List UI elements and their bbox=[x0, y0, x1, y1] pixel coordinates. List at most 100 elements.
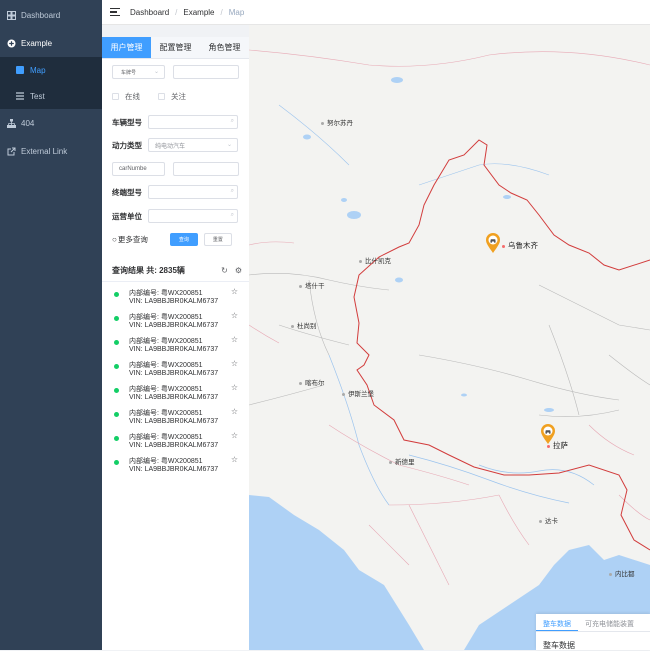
star-icon[interactable]: ☆ bbox=[231, 383, 238, 392]
map-icon bbox=[15, 65, 25, 75]
sidebar-item-example[interactable]: Example bbox=[0, 29, 102, 57]
star-icon[interactable]: ☆ bbox=[231, 335, 238, 344]
city-dot bbox=[291, 324, 294, 328]
car-number-input[interactable] bbox=[173, 162, 239, 176]
dashboard-icon bbox=[6, 10, 16, 20]
vehicle-id: 内部编号: 粤WX200851 bbox=[129, 434, 203, 441]
map-base bbox=[249, 49, 650, 650]
map-label-bishkek: 比什凯克 bbox=[359, 255, 391, 265]
breadcrumb-dashboard[interactable]: Dashboard bbox=[130, 8, 169, 17]
vehicle-model-input[interactable]: ⌕ bbox=[148, 115, 238, 129]
breadcrumb-separator: / bbox=[220, 7, 223, 17]
plate-input[interactable] bbox=[173, 65, 239, 79]
map-label-dushanbe: 杜尚别 bbox=[291, 320, 317, 330]
list-item[interactable]: 内部编号: 粤WX200851 VIN: LA9BBJBR0KALM6737 ☆ bbox=[112, 382, 242, 406]
sidebar-item-dashboard[interactable]: Dashboard bbox=[0, 1, 102, 29]
gear-icon[interactable]: ⚙ bbox=[235, 266, 242, 275]
star-icon[interactable]: ☆ bbox=[231, 407, 238, 416]
star-icon[interactable]: ☆ bbox=[231, 311, 238, 320]
tab-user-management[interactable]: 用户管理 bbox=[102, 37, 151, 58]
list-item[interactable]: 内部编号: 粤WX200851 VIN: LA9BBJBR0KALM6737 ☆ bbox=[112, 454, 242, 478]
query-button[interactable]: 查询 bbox=[169, 233, 198, 246]
city-dot bbox=[359, 259, 362, 263]
list-item[interactable]: 内部编号: 粤WX200851 VIN: LA9BBJBR0KALM6737 ☆ bbox=[112, 310, 242, 334]
vehicle-id: 内部编号: 粤WX200851 bbox=[129, 338, 203, 345]
star-icon[interactable]: ☆ bbox=[231, 287, 238, 296]
sidebar-item-label: 404 bbox=[21, 118, 35, 128]
reset-button[interactable]: 重置 bbox=[203, 233, 232, 246]
search-icon: ○ bbox=[112, 235, 117, 244]
list-item[interactable]: 内部编号: 粤WX200851 VIN: LA9BBJBR0KALM6737 ☆ bbox=[112, 430, 242, 454]
map-label-text: 塔什干 bbox=[305, 283, 325, 290]
tab-config-management[interactable]: 配置管理 bbox=[151, 37, 200, 58]
map-label-kabul: 喀布尔 bbox=[299, 377, 325, 387]
online-label: 在线 bbox=[125, 92, 140, 101]
online-status-dot bbox=[114, 364, 119, 369]
sidebar-item-404[interactable]: 404 bbox=[0, 109, 102, 137]
vehicle-map-pin-urumqi[interactable] bbox=[485, 232, 501, 254]
breadcrumb-map: Map bbox=[228, 7, 245, 17]
sidebar-item-test[interactable]: Test bbox=[0, 83, 102, 109]
star-icon[interactable]: ☆ bbox=[231, 431, 238, 440]
online-status-dot bbox=[114, 436, 119, 441]
vehicle-id: 内部编号: 粤WX200851 bbox=[129, 386, 203, 393]
star-icon[interactable]: ☆ bbox=[231, 455, 238, 464]
city-dot bbox=[299, 284, 302, 288]
chevron-down-icon: ⌄ bbox=[226, 142, 232, 148]
map-canvas[interactable]: 努尔苏丹 乌鲁木齐 比什凯克 塔什干 杜尚别 喀布尔 伊斯兰堡 新德里 拉萨 达… bbox=[249, 25, 650, 650]
map-label-text: 伊斯兰堡 bbox=[348, 391, 374, 398]
operator-label: 运营单位 bbox=[112, 211, 142, 221]
external-link-icon bbox=[6, 146, 16, 156]
sidebar-item-label: External Link bbox=[21, 146, 68, 156]
vehicle-vin: VIN: LA9BBJBR0KALM6737 bbox=[129, 322, 219, 329]
follow-label: 关注 bbox=[171, 92, 186, 101]
tree-icon bbox=[6, 118, 16, 128]
search-icon[interactable]: ⌕ bbox=[231, 188, 234, 195]
terminal-model-input[interactable]: ⌕ bbox=[148, 185, 238, 199]
search-icon[interactable]: ⌕ bbox=[231, 212, 234, 219]
list-item[interactable]: 内部编号: 粤WX200851 VIN: LA9BBJBR0KALM6737 ☆ bbox=[112, 286, 242, 310]
sidebar: Dashboard Example Map Test 404 External … bbox=[0, 0, 102, 650]
map-label-islamabad: 伊斯兰堡 bbox=[342, 388, 374, 398]
plate-type-select[interactable]: 车牌号 ⌄ bbox=[112, 65, 165, 79]
car-number-select-value: carNumbe bbox=[119, 166, 147, 172]
sidebar-item-external-link[interactable]: External Link bbox=[0, 137, 102, 165]
list-item[interactable]: 内部编号: 粤WX200851 VIN: LA9BBJBR0KALM6737 ☆ bbox=[112, 406, 242, 430]
city-dot bbox=[342, 392, 345, 396]
power-type-select[interactable]: 纯电动汽车 ⌄ bbox=[148, 138, 238, 152]
online-checkbox[interactable]: 在线 bbox=[112, 91, 140, 102]
vehicle-vin: VIN: LA9BBJBR0KALM6737 bbox=[129, 394, 219, 401]
follow-checkbox[interactable]: 关注 bbox=[158, 91, 186, 102]
more-query-label: 更多查询 bbox=[117, 235, 148, 244]
list-item[interactable]: 内部编号: 粤WX200851 VIN: LA9BBJBR0KALM6737 ☆ bbox=[112, 334, 242, 358]
refresh-icon[interactable]: ↻ bbox=[221, 266, 228, 275]
vehicle-map-pin-lhasa[interactable] bbox=[540, 423, 556, 445]
sidebar-item-map[interactable]: Map bbox=[0, 57, 102, 83]
hamburger-icon[interactable] bbox=[110, 8, 120, 16]
online-status-dot bbox=[114, 292, 119, 297]
vehicle-id: 内部编号: 粤WX200851 bbox=[129, 314, 203, 321]
breadcrumb: Dashboard / Example / Map bbox=[130, 8, 244, 17]
vehicle-id: 内部编号: 粤WX200851 bbox=[129, 362, 203, 369]
search-icon[interactable]: ⌕ bbox=[231, 118, 234, 125]
data-card-tabs: 整车数据 可充电储能装置 bbox=[536, 614, 650, 632]
vehicle-vin: VIN: LA9BBJBR0KALM6737 bbox=[129, 346, 219, 353]
plus-circle-icon bbox=[6, 38, 16, 48]
tab-role-management[interactable]: 角色管理 bbox=[200, 37, 249, 58]
map-label-newdelhi: 新德里 bbox=[389, 456, 415, 466]
car-number-select[interactable]: carNumbe bbox=[112, 162, 165, 176]
city-dot bbox=[502, 244, 505, 248]
operator-input[interactable]: ⌕ bbox=[148, 209, 238, 223]
tab-vehicle-data[interactable]: 整车数据 bbox=[536, 614, 578, 631]
navbar: Dashboard / Example / Map bbox=[102, 0, 650, 25]
map-label-tashkent: 塔什干 bbox=[299, 280, 325, 290]
vehicle-model-label: 车辆型号 bbox=[112, 117, 142, 127]
list-item[interactable]: 内部编号: 粤WX200851 VIN: LA9BBJBR0KALM6737 ☆ bbox=[112, 358, 242, 382]
city-dot bbox=[321, 121, 324, 125]
star-icon[interactable]: ☆ bbox=[231, 359, 238, 368]
map-label-text: 内比都 bbox=[615, 571, 635, 578]
breadcrumb-example[interactable]: Example bbox=[183, 8, 214, 17]
tab-energy-storage[interactable]: 可充电储能装置 bbox=[578, 614, 641, 631]
panel-tabs: 用户管理 配置管理 角色管理 bbox=[102, 37, 249, 59]
more-query-link[interactable]: ○ 更多查询 bbox=[112, 234, 148, 245]
